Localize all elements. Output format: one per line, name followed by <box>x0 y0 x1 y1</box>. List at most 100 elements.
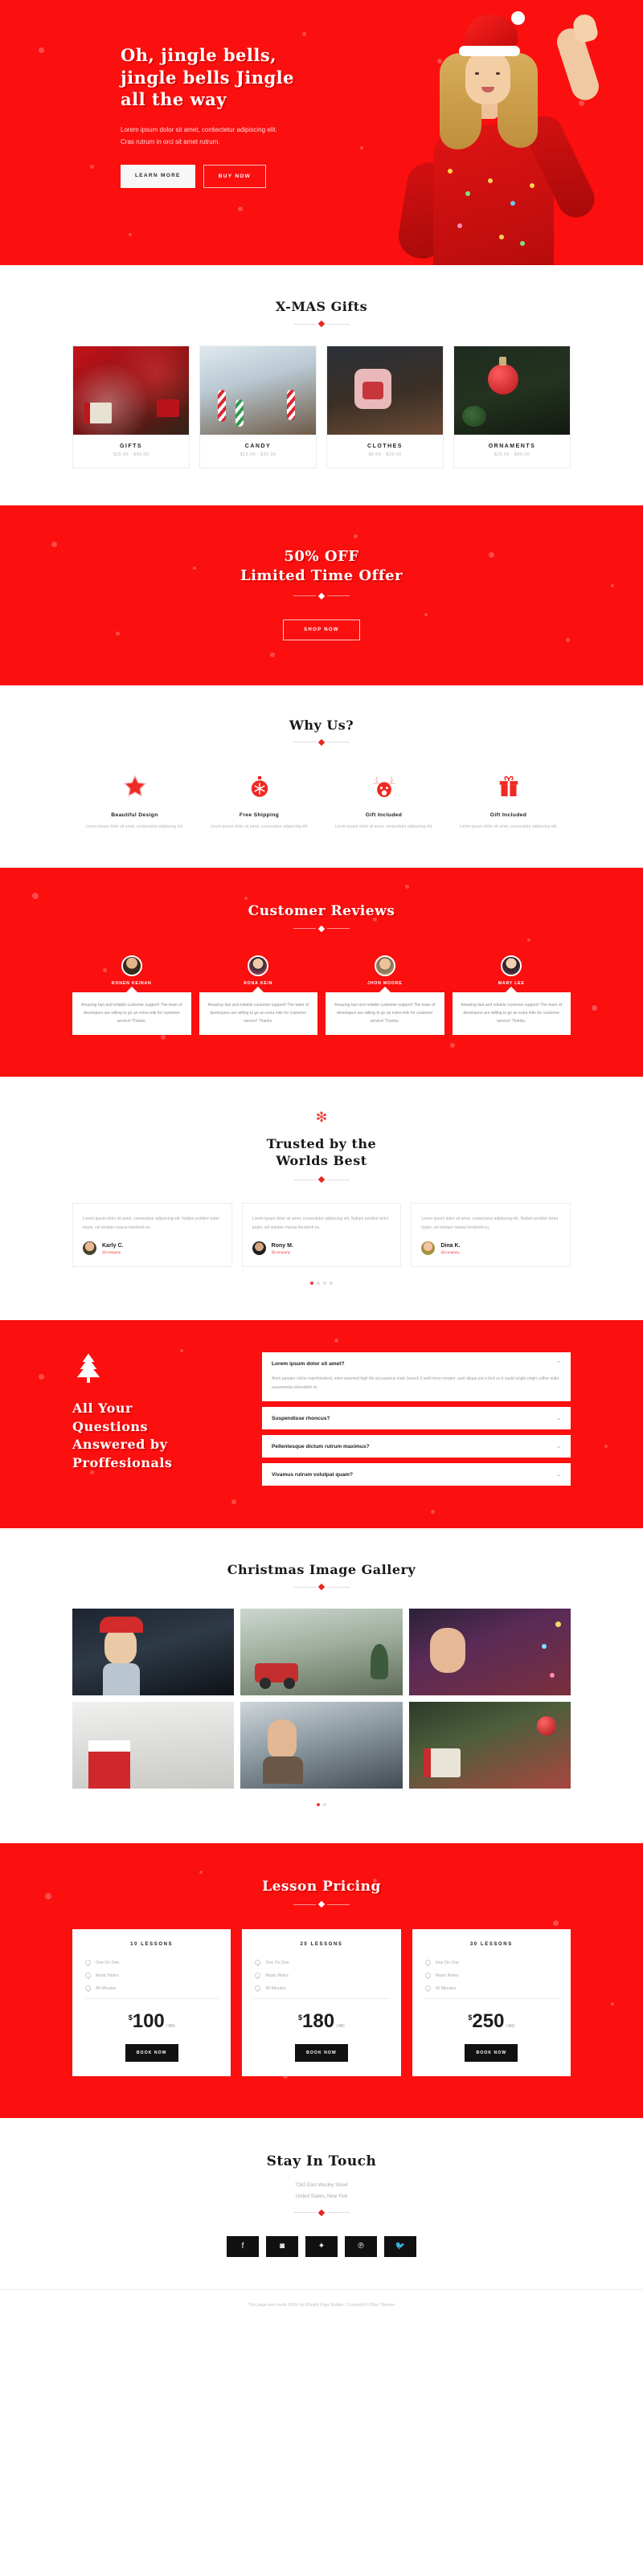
plan-price: $ 100 / MO <box>84 1998 220 2033</box>
plan-feature: Music Notes <box>424 1973 558 1979</box>
offer-line2: Limited Time Offer <box>240 567 403 585</box>
faq-question-row[interactable]: Lorem ipsum dolor sit amet? ⌃ <box>262 1352 571 1375</box>
plan-feature-label: One On One <box>435 1960 460 1965</box>
hero-copy: Oh, jingle bells, jingle bells Jingle al… <box>121 44 362 188</box>
pagination-dot[interactable] <box>323 1803 326 1807</box>
hero-title-line2: jingle bells Jingle <box>121 67 295 88</box>
gift-card[interactable]: GIFTS $25.00 - $40.00 <box>72 346 190 468</box>
testimonial-company: @company <box>440 1249 460 1254</box>
section-divider <box>72 1176 571 1184</box>
plan-feature: 45 Minutes <box>424 1985 558 1992</box>
trusted-title-line2: Worlds Best <box>276 1153 367 1169</box>
chevron-up-icon[interactable]: ⌃ <box>556 1360 561 1367</box>
pagination-dot-active[interactable] <box>317 1803 320 1807</box>
gallery-image[interactable] <box>408 1609 571 1696</box>
plan-price: $ 180 / MO <box>253 1998 390 2033</box>
shop-now-button[interactable]: SHOP NOW <box>283 619 360 640</box>
trusted-section: ❇ Trusted by the Worlds Best Lorem ipsum… <box>0 1076 643 1321</box>
gifts-title: X-MAS Gifts <box>275 299 368 314</box>
gallery-pagination[interactable] <box>72 1803 571 1807</box>
testimonial-text: Lorem ipsum dolor sit amet, consectetur … <box>421 1216 559 1230</box>
plan-feature-label: 45 Minutes <box>435 1985 457 1991</box>
section-divider <box>72 738 571 746</box>
offer-line1: 50% OFF <box>284 548 359 565</box>
instagram-icon[interactable]: ◙ <box>266 2235 298 2257</box>
section-divider <box>72 592 571 599</box>
santa-hat-icon <box>459 11 525 56</box>
section-divider <box>72 320 571 328</box>
gift-card[interactable]: ORNAMENTS $25.00 - $90.00 <box>453 346 571 468</box>
chevron-down-icon[interactable]: ⌄ <box>556 1443 561 1450</box>
faq-question-row[interactable]: Vivamus rutrum volutpat quam? ⌄ <box>262 1463 571 1486</box>
plan-feature-label: One On One <box>96 1960 120 1965</box>
gallery-image[interactable] <box>72 1702 235 1789</box>
plan-feature-label: 45 Minutes <box>265 1985 286 1991</box>
pagination-dot[interactable] <box>323 1282 326 1286</box>
plan-feature: One On One <box>424 1960 558 1966</box>
faq-title-line2: Questions <box>72 1418 149 1434</box>
chevron-down-icon[interactable]: ⌄ <box>556 1415 561 1421</box>
check-icon <box>85 1960 91 1966</box>
why-us-label: Free Shipping <box>239 812 280 818</box>
review-author: RONEN KEINAN <box>111 980 152 986</box>
gifts-grid: GIFTS $25.00 - $40.00 CANDY $15.00 - $35… <box>72 346 571 468</box>
why-us-item: Free Shipping Lorem ipsum dolor sit amet… <box>197 771 322 831</box>
gallery-image[interactable] <box>240 1702 403 1789</box>
testimonial-company: @company <box>102 1249 121 1254</box>
stay-in-touch-section: Stay In Touch 7262 East Wesley Street Un… <box>0 2118 643 2289</box>
testimonial-card: Lorem ipsum dolor sit amet, consectetur … <box>411 1203 571 1268</box>
copyright-bar: This page was made 100% by Elfsight Page… <box>0 2288 643 2322</box>
faq-question-row[interactable]: Pellentesque dictum rutrum maximus? ⌄ <box>262 1435 571 1458</box>
why-us-section: Why Us? Beautiful Design Lorem ipsum dol… <box>0 685 643 868</box>
pricing-card: 30 LESSONS One On One Music Notes 45 Min… <box>412 1929 571 2077</box>
gift-image-candy <box>200 346 316 435</box>
faq-item[interactable]: Pellentesque dictum rutrum maximus? ⌄ <box>262 1435 571 1458</box>
book-now-button[interactable]: BOOK NOW <box>465 2044 518 2063</box>
testimonial-pagination[interactable] <box>72 1282 571 1286</box>
faq-answer: Anim pariatur cliche reprehenderit, enim… <box>272 1376 559 1390</box>
faq-item[interactable]: Suspendisse rhoncus? ⌄ <box>262 1407 571 1430</box>
facebook-icon[interactable]: f <box>227 2235 259 2257</box>
pagination-dot-active[interactable] <box>310 1282 313 1286</box>
learn-more-button[interactable]: LEARN MORE <box>121 164 195 188</box>
pricing-grid: 10 LESSONS One On One Music Notes 45 Min… <box>72 1929 571 2077</box>
chevron-down-icon[interactable]: ⌄ <box>556 1471 561 1478</box>
avatar <box>248 955 269 976</box>
plan-feature: 45 Minutes <box>85 1985 218 1992</box>
faq-item[interactable]: Lorem ipsum dolor sit amet? ⌃ Anim paria… <box>262 1352 571 1402</box>
faq-title: All Your Questions Answered by Proffesio… <box>72 1400 241 1473</box>
plan-feature: One On One <box>255 1960 387 1966</box>
gallery-image[interactable] <box>408 1702 571 1789</box>
faq-question: Vivamus rutrum volutpat quam? <box>272 1471 353 1478</box>
yelp-icon[interactable]: ✦ <box>305 2235 338 2257</box>
buy-now-button[interactable]: BUY NOW <box>203 164 267 188</box>
reindeer-icon <box>328 771 440 803</box>
plan-feature-label: Music Notes <box>96 1973 119 1978</box>
hero-paragraph-line2: Cras rutrum in orci sit amet rutrum. <box>121 138 220 146</box>
faq-title-line1: All Your <box>72 1400 133 1417</box>
faq-question: Lorem ipsum dolor sit amet? <box>272 1360 345 1367</box>
why-us-label: Gift Included <box>365 812 403 818</box>
testimonial-card: Lorem ipsum dolor sit amet, consectetur … <box>72 1203 232 1268</box>
pinterest-icon[interactable]: ℗ <box>345 2235 377 2257</box>
book-now-button[interactable]: BOOK NOW <box>294 2044 348 2063</box>
gallery-section: Christmas Image Gallery <box>0 1528 643 1844</box>
pagination-dot[interactable] <box>317 1282 320 1286</box>
gallery-image[interactable] <box>72 1609 235 1696</box>
christmas-tree-icon <box>72 1352 241 1390</box>
faq-item[interactable]: Vivamus rutrum volutpat quam? ⌄ <box>262 1463 571 1486</box>
social-links: f ◙ ✦ ℗ 🐦 <box>72 2235 571 2257</box>
gift-image-presents <box>73 346 189 435</box>
gift-card[interactable]: CLOTHES $5.00 - $25.00 <box>326 346 444 468</box>
faq-title-line3: Answered by <box>72 1437 168 1453</box>
plan-title: 30 LESSONS <box>469 1942 513 1948</box>
reviews-title: Customer Reviews <box>248 902 395 919</box>
gallery-image[interactable] <box>240 1609 403 1696</box>
book-now-button[interactable]: BOOK NOW <box>125 2044 178 2063</box>
twitter-icon[interactable]: 🐦 <box>384 2235 416 2257</box>
pagination-dot[interactable] <box>330 1282 333 1286</box>
pricing-card: 20 LESSONS One On One Music Notes 45 Min… <box>242 1929 401 2077</box>
trusted-grid: Lorem ipsum dolor sit amet, consectetur … <box>72 1203 571 1268</box>
faq-question-row[interactable]: Suspendisse rhoncus? ⌄ <box>262 1407 571 1429</box>
gift-card[interactable]: CANDY $15.00 - $35.00 <box>199 346 317 468</box>
